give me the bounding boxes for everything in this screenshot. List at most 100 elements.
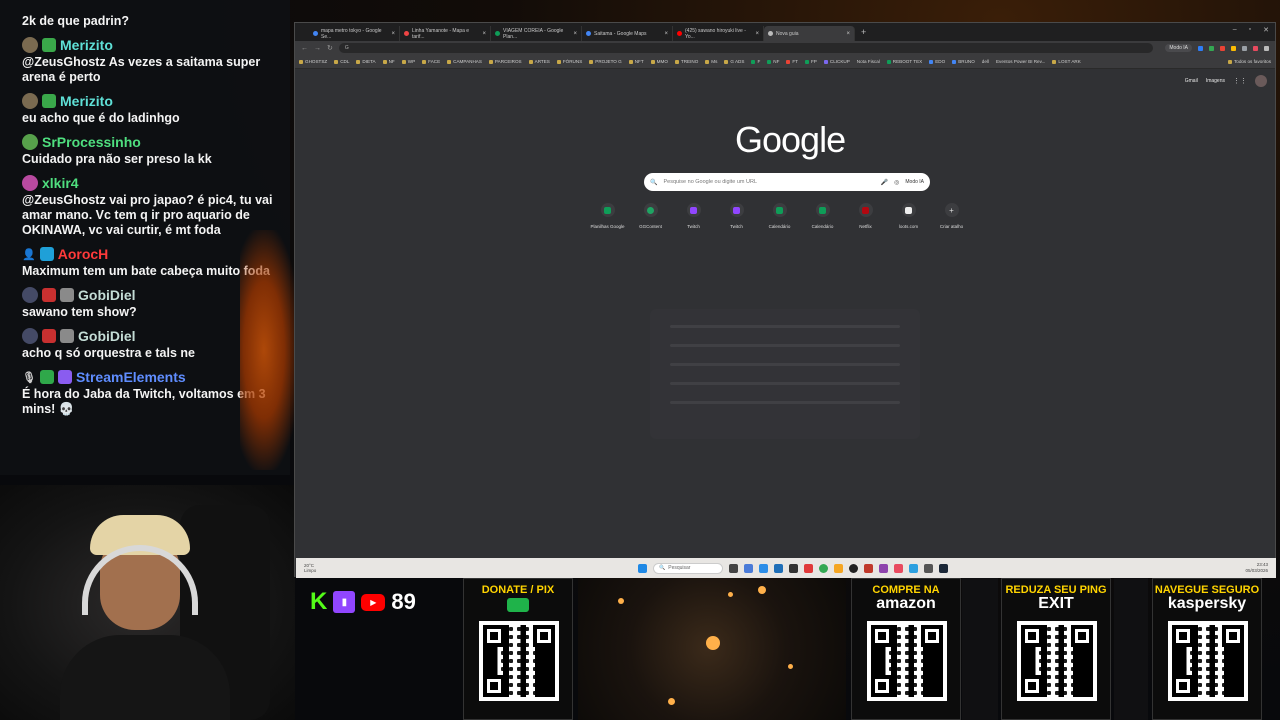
close-icon[interactable]: × <box>846 31 850 37</box>
bookmark[interactable]: ARTES <box>528 59 550 64</box>
app-icon[interactable] <box>744 563 753 573</box>
tab[interactable]: Linha Yamanote - Mapa e tarif... × <box>400 26 491 41</box>
bookmark[interactable]: CDL <box>334 59 349 64</box>
shortcut[interactable]: Netflix <box>850 203 881 229</box>
extension-icon[interactable] <box>1253 45 1258 51</box>
task-view-icon[interactable] <box>729 563 738 573</box>
tab[interactable]: VIAGEM COREIA - Google Plan... × <box>491 26 582 41</box>
reload-icon[interactable]: ↻ <box>327 44 333 52</box>
images-link[interactable]: Imagens <box>1206 78 1225 84</box>
bookmark[interactable]: PROJETO G <box>589 59 622 64</box>
steam-icon[interactable] <box>939 563 948 573</box>
bookmark[interactable]: MMO <box>650 59 668 64</box>
add-shortcut[interactable]: + Criar atalho <box>936 203 967 229</box>
windows-start-icon[interactable] <box>638 563 647 573</box>
taskbar-search[interactable]: 🔍 Pesquisar <box>653 562 723 574</box>
microphone-icon: 🎙 <box>22 371 36 384</box>
bookmark[interactable]: NFT <box>628 59 644 64</box>
app-icon[interactable] <box>894 563 903 573</box>
app-icon[interactable] <box>924 563 933 573</box>
bookmark[interactable]: NF <box>767 59 779 64</box>
forward-icon[interactable]: → <box>314 45 321 52</box>
minimize-icon[interactable]: – <box>1233 26 1237 34</box>
close-icon[interactable]: × <box>664 31 668 37</box>
bookmark[interactable]: PARCEIROS <box>488 59 522 64</box>
weather-widget[interactable]: 20°C Limpo <box>304 563 316 573</box>
bookmark[interactable]: Eventos Power BI Rev... <box>996 59 1045 64</box>
bookmark[interactable]: REBOOT TEX <box>886 59 922 64</box>
gmail-link[interactable]: Gmail <box>1185 78 1198 84</box>
bookmark[interactable]: TREINO <box>674 59 698 64</box>
bookmark[interactable]: CLICKUP <box>823 59 850 64</box>
shortcut[interactable]: Calendário <box>807 203 838 229</box>
card-brand: kaspersky <box>1167 595 1247 612</box>
site-icon <box>647 206 654 214</box>
edge-icon[interactable] <box>774 563 783 573</box>
address-bar[interactable]: G <box>338 43 1154 53</box>
app-icon[interactable] <box>909 563 918 573</box>
close-window-icon[interactable]: ✕ <box>1263 26 1269 34</box>
app-icon[interactable] <box>804 563 813 573</box>
search-box[interactable]: 🔍 Pesquise no Google ou digite um URL 🎤 … <box>644 173 930 191</box>
apps-grid-icon[interactable]: ⋮⋮ <box>1233 77 1247 85</box>
app-icon[interactable] <box>879 563 888 573</box>
bookmark[interactable]: GHOSTSZ <box>299 59 327 64</box>
app-icon[interactable] <box>759 563 768 573</box>
folder-icon <box>724 59 729 64</box>
menu-icon[interactable] <box>1264 45 1269 51</box>
bookmark[interactable]: WP <box>401 59 415 64</box>
bookmark[interactable]: FACE <box>422 59 440 64</box>
close-icon[interactable]: × <box>482 31 486 37</box>
extension-icon[interactable] <box>1231 45 1236 51</box>
chrome-icon[interactable] <box>819 563 828 573</box>
app-icon[interactable] <box>864 563 873 573</box>
bookmark[interactable]: LOST ARK <box>1052 59 1081 64</box>
tab[interactable]: (425) sawano hiroyuki live - Yo... × <box>673 26 764 41</box>
bookmark[interactable]: DIETA <box>356 59 376 64</box>
bookmark[interactable]: BRUNO <box>952 59 975 64</box>
extension-icon[interactable] <box>1220 45 1225 51</box>
bookmark[interactable]: F <box>751 59 760 64</box>
new-tab-button[interactable]: + <box>861 27 866 37</box>
bookmark[interactable]: EDO <box>929 59 945 64</box>
close-icon[interactable]: × <box>755 31 759 37</box>
account-avatar[interactable] <box>1255 75 1267 87</box>
system-tray[interactable]: 23:43 05/03/2026 <box>1245 562 1268 574</box>
close-icon[interactable]: × <box>573 31 577 37</box>
extension-icon[interactable] <box>1242 45 1247 51</box>
avatar <box>22 328 38 344</box>
tab-active[interactable]: Nova guia × <box>764 26 855 41</box>
bookmark[interactable]: FÓRUNS <box>556 59 582 64</box>
obs-icon[interactable] <box>849 563 858 573</box>
shortcut[interactable]: Twitch <box>721 203 752 229</box>
shortcut[interactable]: Twitch <box>678 203 709 229</box>
extension-icon[interactable] <box>1198 45 1203 51</box>
bookmark[interactable]: CAMPANHAS <box>447 59 482 64</box>
tab[interactable]: Saitama - Google Maps × <box>582 26 673 41</box>
all-bookmarks[interactable]: Todos os favoritos <box>1227 59 1271 64</box>
shortcut[interactable]: GGContent <box>635 203 666 229</box>
bookmark[interactable]: Nota Fiscal <box>857 59 880 64</box>
tab-label: (425) sawano hiroyuki live - Yo... <box>685 27 746 40</box>
bookmark[interactable]: Ms <box>705 59 717 64</box>
bookmark[interactable]: dell <box>982 59 989 64</box>
bookmark[interactable]: FT <box>786 59 798 64</box>
back-icon[interactable]: ← <box>301 45 308 52</box>
shortcut[interactable]: Planilhas Google <box>590 203 625 229</box>
app-icon[interactable] <box>834 563 843 573</box>
shortcut[interactable]: Calendário <box>764 203 795 229</box>
ai-mode-button[interactable]: Modo IA <box>1165 44 1192 52</box>
bookmark[interactable]: G ADS <box>724 59 744 64</box>
bookmark[interactable]: NF <box>382 59 395 64</box>
lens-icon[interactable]: ◎ <box>894 179 899 186</box>
tab[interactable]: mapa metro tokyo - Google Se... × <box>309 26 400 41</box>
extension-icon[interactable] <box>1209 45 1214 51</box>
maximize-icon[interactable]: ▫ <box>1249 26 1251 34</box>
ai-mode-search-button[interactable]: Modo IA <box>905 179 924 185</box>
microphone-icon[interactable]: 🎤 <box>881 179 888 186</box>
bookmark[interactable]: FP <box>805 59 817 64</box>
app-icon[interactable] <box>789 563 798 573</box>
shortcut[interactable]: loots.com <box>893 203 924 229</box>
close-icon[interactable]: × <box>391 31 395 37</box>
plus-icon: + <box>949 205 954 215</box>
